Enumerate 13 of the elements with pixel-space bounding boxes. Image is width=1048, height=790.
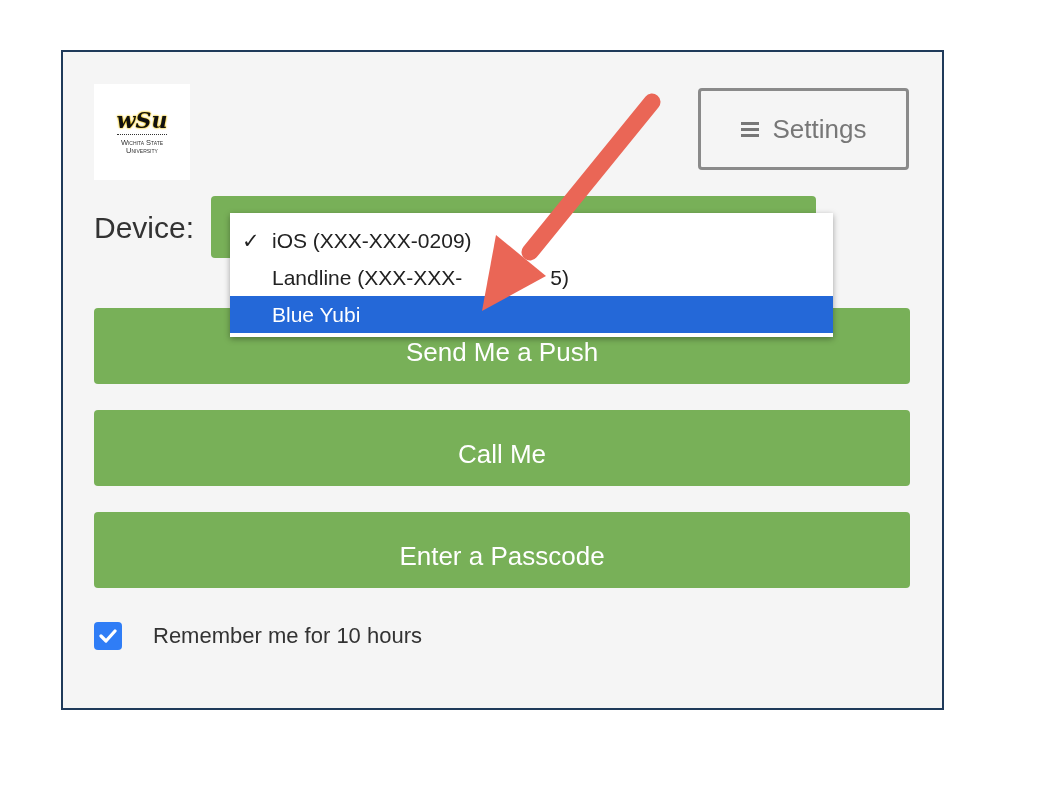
device-option[interactable]: ✓ iOS (XXX-XXX-0209) xyxy=(230,222,833,259)
action-button[interactable]: Call Me xyxy=(94,410,910,486)
remember-label: Remember me for 10 hours xyxy=(153,622,422,650)
menu-icon xyxy=(740,121,759,137)
device-option[interactable]: Landline (XXX-XXX- 5) xyxy=(230,259,833,296)
action-button[interactable]: Enter a Passcode xyxy=(94,512,910,588)
check-icon xyxy=(99,628,117,643)
remember-checkbox[interactable] xyxy=(94,621,122,650)
logo-wordmark: wSu xyxy=(116,109,168,136)
device-option[interactable]: Blue Yubi xyxy=(230,296,833,333)
checkmark: ✓ xyxy=(242,228,260,252)
device-label: Device: xyxy=(94,209,195,246)
settings-button[interactable]: Settings xyxy=(698,88,909,170)
